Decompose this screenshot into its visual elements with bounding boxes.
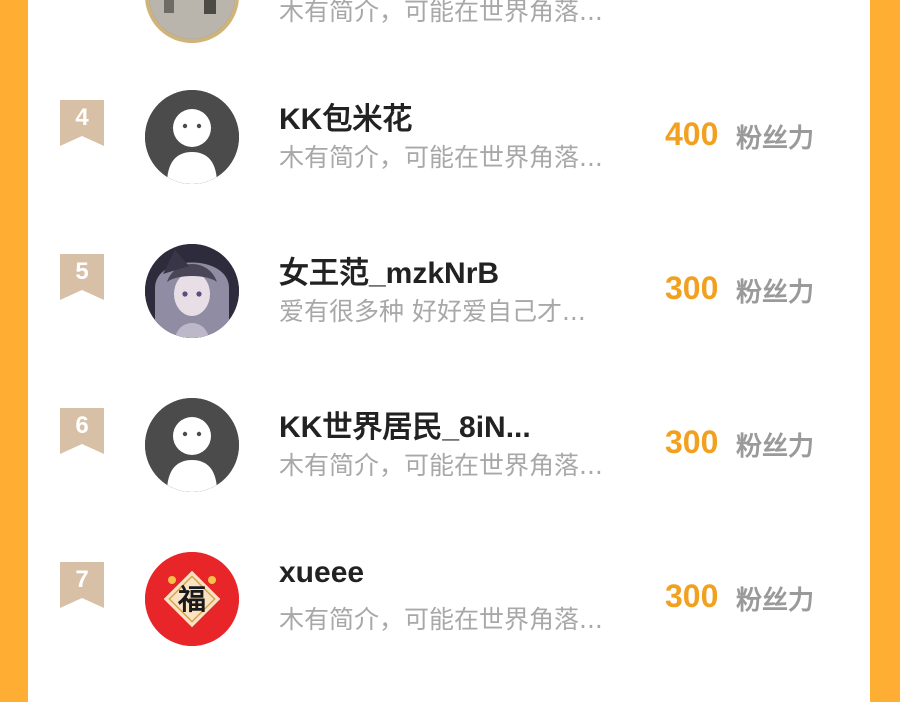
leaderboard-row-partial[interactable]: 木有简介，可能在世界角落... bbox=[28, 0, 870, 80]
user-bio: 木有简介，可能在世界角落... bbox=[279, 605, 603, 634]
rank-number: 4 bbox=[75, 104, 89, 131]
avatar[interactable]: 福 bbox=[145, 552, 239, 646]
fan-power-label: 粉丝力 bbox=[736, 586, 815, 616]
photo-avatar-image bbox=[149, 0, 235, 39]
fan-power-label: 粉丝力 bbox=[736, 432, 815, 462]
rank-number: 6 bbox=[75, 412, 89, 439]
avatar-partial[interactable] bbox=[145, 0, 239, 43]
user-bio: 木有简介，可能在世界角落... bbox=[279, 451, 603, 480]
leaderboard-row[interactable]: 7 福 xueee 木有简介，可能在世界角落... 300 粉丝力 bbox=[28, 546, 870, 646]
leaderboard-row[interactable]: 6 KK世界居民_8iN... 木有简介，可能在世界角落... 300 粉丝力 bbox=[28, 392, 870, 492]
rank-badge: 5 bbox=[60, 254, 104, 300]
rank-badge: 7 bbox=[60, 562, 104, 608]
fan-power-label: 粉丝力 bbox=[736, 278, 815, 308]
leaderboard-panel: 木有简介，可能在世界角落... 4 KK包米花 木有简介，可能在世界角落... … bbox=[28, 0, 870, 702]
fan-power-score: 400 bbox=[665, 116, 719, 152]
user-name[interactable]: xueee bbox=[279, 556, 364, 590]
fan-power-score: 300 bbox=[665, 578, 719, 614]
user-name[interactable]: KK包米花 bbox=[279, 94, 412, 138]
rank-number: 5 bbox=[75, 258, 89, 285]
fan-power-score: 300 bbox=[665, 270, 719, 306]
rank-number: 7 bbox=[75, 566, 89, 593]
user-name[interactable]: 女王范_mzkNrB bbox=[279, 248, 499, 292]
rank-badge: 6 bbox=[60, 408, 104, 454]
user-bio: 爱有很多种 好好爱自己才... bbox=[279, 297, 586, 326]
avatar[interactable] bbox=[145, 90, 239, 184]
user-bio: 木有简介，可能在世界角落... bbox=[279, 143, 603, 172]
fan-power-label: 粉丝力 bbox=[736, 124, 815, 154]
default-person-avatar-icon bbox=[145, 90, 239, 184]
leaderboard-row[interactable]: 5 女王范_mzkNrB 爱有很多种 好好爱自己才... 300 粉丝力 bbox=[28, 238, 870, 338]
fu-character-avatar-icon: 福 bbox=[145, 552, 239, 646]
bio-partial: 木有简介，可能在世界角落... bbox=[279, 0, 603, 26]
user-name[interactable]: KK世界居民_8iN... bbox=[279, 402, 531, 446]
default-person-avatar-icon bbox=[145, 398, 239, 492]
rank-badge: 4 bbox=[60, 100, 104, 146]
fan-power-score: 300 bbox=[665, 424, 719, 460]
anime-girl-avatar-icon bbox=[145, 244, 239, 338]
avatar[interactable] bbox=[145, 398, 239, 492]
leaderboard-row[interactable]: 4 KK包米花 木有简介，可能在世界角落... 400 粉丝力 bbox=[28, 84, 870, 184]
avatar[interactable] bbox=[145, 244, 239, 338]
fu-character: 福 bbox=[177, 583, 206, 616]
